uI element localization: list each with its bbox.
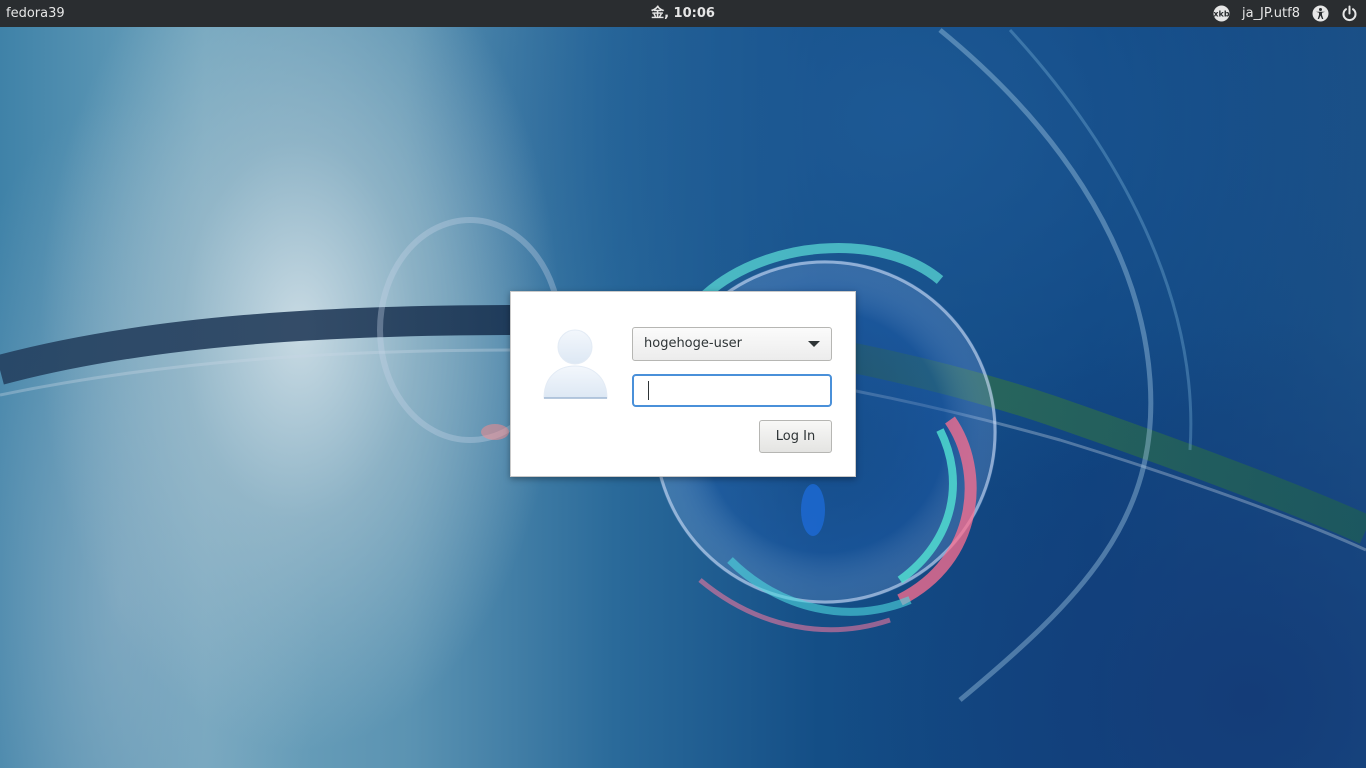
text-cursor bbox=[648, 381, 649, 400]
top-panel: fedora39 金, 10:06 xkb ja_JP.utf8 bbox=[0, 0, 1366, 27]
power-icon[interactable] bbox=[1341, 5, 1358, 22]
clock-label[interactable]: 金, 10:06 bbox=[651, 6, 715, 21]
svg-text:xkb: xkb bbox=[1213, 10, 1229, 19]
accessibility-icon[interactable] bbox=[1312, 5, 1329, 22]
clock: 金, 10:06 bbox=[0, 0, 1366, 27]
keyboard-layout-icon[interactable]: xkb bbox=[1213, 5, 1230, 22]
password-input[interactable] bbox=[632, 374, 832, 407]
user-select-dropdown[interactable]: hogehoge-user bbox=[632, 327, 832, 361]
login-dialog: hogehoge-user Log In bbox=[510, 291, 856, 477]
indicator-area: xkb ja_JP.utf8 bbox=[1213, 0, 1358, 27]
user-avatar-icon bbox=[543, 328, 609, 400]
selected-user-label: hogehoge-user bbox=[644, 336, 742, 351]
login-button[interactable]: Log In bbox=[759, 420, 832, 453]
language-indicator[interactable]: ja_JP.utf8 bbox=[1242, 0, 1300, 27]
dropdown-arrow-icon bbox=[808, 341, 820, 347]
